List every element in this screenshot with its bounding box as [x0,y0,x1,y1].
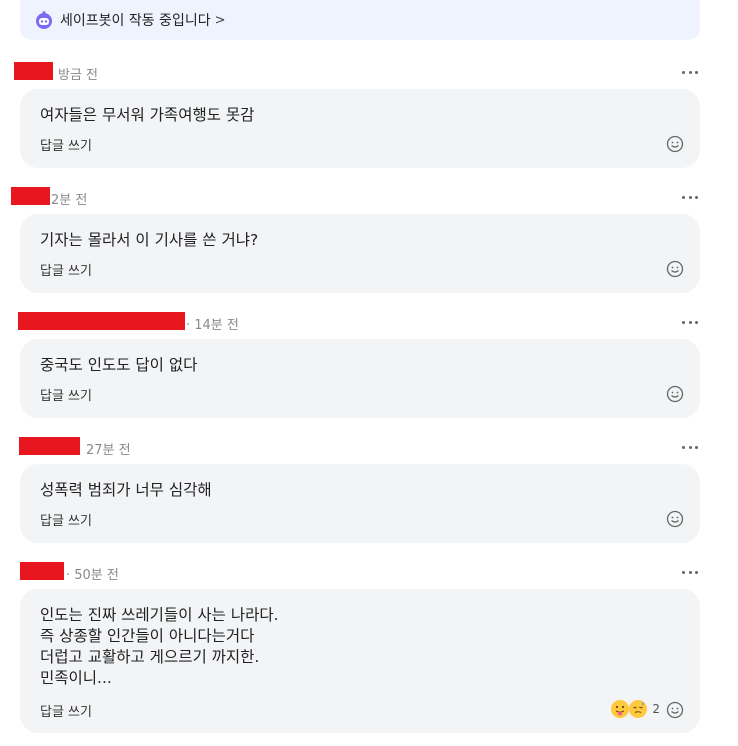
comment-text: 중국도 인도도 답이 없다 [40,356,198,374]
banner-text: 세이프봇이 작동 중입니다 [60,13,211,29]
comment-text: 성폭력 범죄가 너무 심각해 [40,481,212,499]
smiley-icon[interactable] [666,701,684,719]
smiley-icon[interactable] [666,135,684,153]
sleepy-emoji-icon [629,700,648,718]
comment-item: · 14분 전 중국도 인도도 답이 없다 답글 쓰기 [0,312,738,418]
comment-bubble: 여자들은 무서워 가족여행도 못감 답글 쓰기 [20,89,700,168]
comment-text: 기자는 몰라서 이 기사를 쓴 거냐? [40,231,259,249]
comment-bubble: 인도는 진짜 쓰레기들이 사는 나라다. 즉 상종할 인간들이 아니다는거다 더… [20,589,700,733]
safebot-banner[interactable]: 세이프봇이 작동 중입니다 > [20,0,700,40]
smiley-icon[interactable] [666,510,684,528]
smiley-icon[interactable] [666,385,684,403]
comment-time: 방금 전 [58,68,99,83]
robot-icon [36,11,52,29]
comment-item: 방금 전 여자들은 무서워 가족여행도 못감 답글 쓰기 [0,62,738,168]
comment-meta: · 14분 전 [0,312,738,333]
more-options-icon[interactable] [680,62,700,82]
redacted-username [14,62,53,80]
comment-bubble: 성폭력 범죄가 너무 심각해 답글 쓰기 [20,464,700,543]
comment-item: · 50분 전 인도는 진짜 쓰레기들이 사는 나라다. 즉 상종할 인간들이 … [0,562,738,733]
reply-button[interactable]: 답글 쓰기 [40,385,92,404]
comment-text: 여자들은 무서워 가족여행도 못감 [40,106,255,124]
redacted-username [11,187,50,205]
comment-bubble: 기자는 몰라서 이 기사를 쓴 거냐? 답글 쓰기 [20,214,700,293]
comment-bubble: 중국도 인도도 답이 없다 답글 쓰기 [20,339,700,418]
more-options-icon[interactable] [680,312,700,332]
chevron-right-icon: > [214,12,226,28]
redacted-username [18,312,185,330]
comment-meta: 27분 전 [0,437,738,458]
redacted-username [20,562,64,580]
smiley-icon[interactable] [666,260,684,278]
tongue-emoji-icon [611,700,630,718]
comment-meta: 2분 전 [0,187,738,208]
comment-time: 27분 전 [86,443,131,458]
reaction-summary[interactable]: 2 [611,699,660,719]
more-options-icon[interactable] [680,187,700,207]
reply-button[interactable]: 답글 쓰기 [40,135,92,154]
more-options-icon[interactable] [680,562,700,582]
comment-meta: · 50분 전 [0,562,738,583]
reply-button[interactable]: 답글 쓰기 [40,701,92,720]
comment-item: 2분 전 기자는 몰라서 이 기사를 쓴 거냐? 답글 쓰기 [0,187,738,293]
comment-time: 2분 전 [51,193,88,208]
comment-time: · 14분 전 [186,318,239,333]
comment-time: · 50분 전 [66,568,119,583]
reaction-count: 2 [652,702,660,716]
comment-text: 인도는 진짜 쓰레기들이 사는 나라다. 즉 상종할 인간들이 아니다는거다 더… [40,606,279,687]
more-options-icon[interactable] [680,437,700,457]
comment-item: 27분 전 성폭력 범죄가 너무 심각해 답글 쓰기 [0,437,738,543]
redacted-username [19,437,80,455]
reply-button[interactable]: 답글 쓰기 [40,510,92,529]
comment-meta: 방금 전 [0,62,738,83]
reply-button[interactable]: 답글 쓰기 [40,260,92,279]
